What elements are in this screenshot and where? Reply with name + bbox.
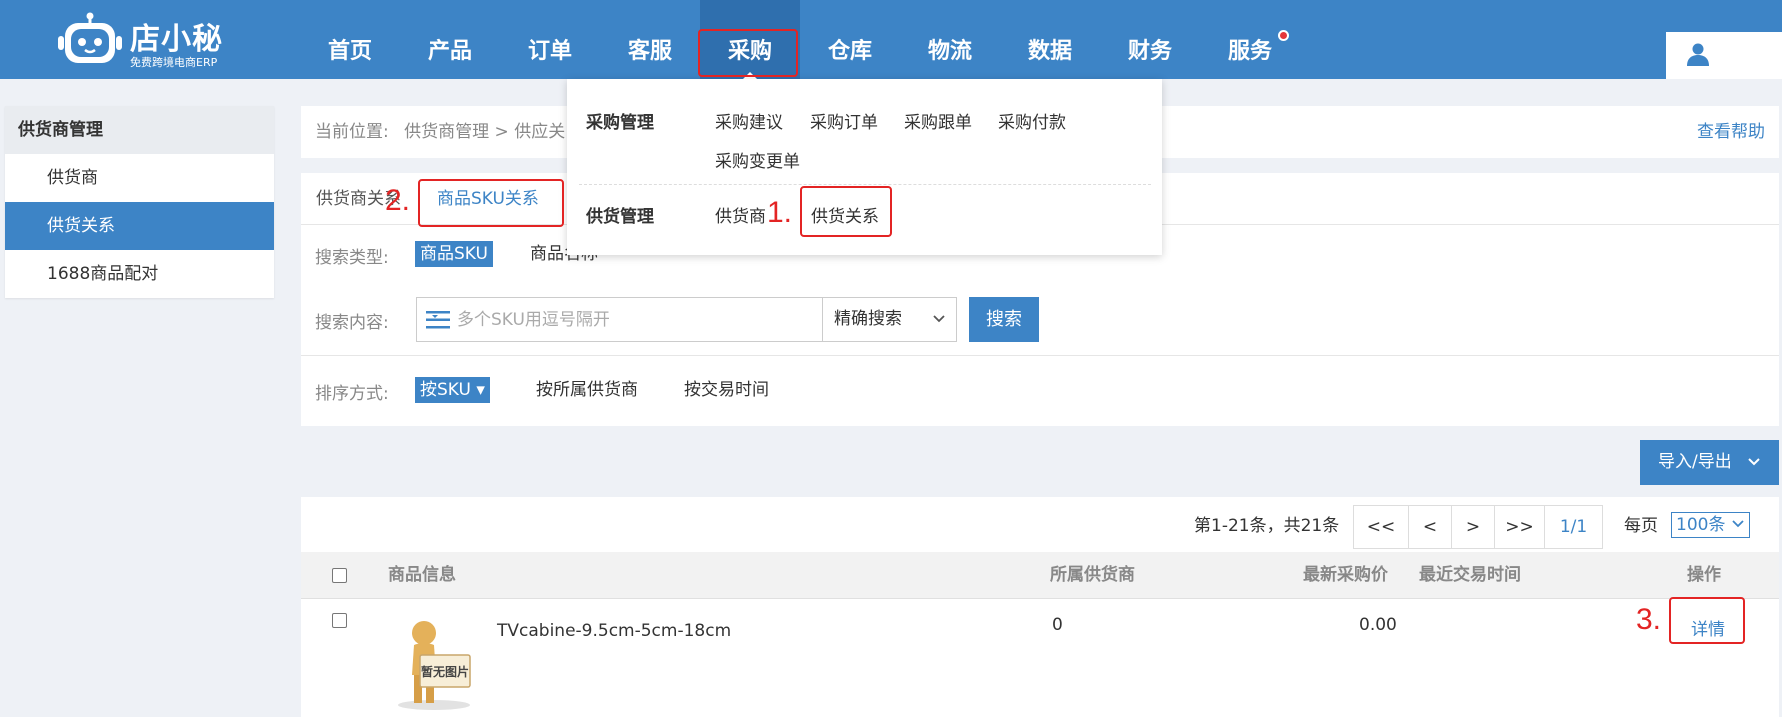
chevron-down-icon — [1748, 458, 1760, 466]
sort-by-trade-time[interactable]: 按交易时间 — [679, 377, 774, 403]
product-name: TVcabine-9.5cm-5cm-18cm — [497, 621, 732, 641]
menu-divider — [579, 184, 1151, 185]
result-count: 第1-21条，共21条 — [1194, 516, 1340, 536]
column-actions: 操作 — [1687, 565, 1721, 585]
logo-title: 店小秘 — [130, 22, 223, 57]
row-checkbox[interactable] — [332, 613, 347, 628]
annotation-step-1: 1. — [767, 196, 793, 229]
select-all-checkbox[interactable] — [332, 568, 347, 583]
search-content-label: 搜索内容: — [315, 313, 389, 333]
nav-orders[interactable]: 订单 — [500, 0, 600, 79]
per-page-select[interactable]: 100条 — [1671, 512, 1750, 538]
sort-label: 排序方式: — [315, 384, 389, 404]
pagination: << < > >> 1/1 — [1353, 505, 1603, 549]
menu-item-purchase-suggestions[interactable]: 采购建议 — [715, 108, 783, 133]
search-input[interactable] — [457, 298, 827, 341]
annotation-box-purchasing — [698, 29, 798, 77]
first-page-button[interactable]: << — [1354, 506, 1409, 548]
column-supplier: 所属供货商 — [1050, 565, 1135, 585]
sort-by-sku[interactable]: 按SKU ▾ — [415, 377, 490, 403]
nav-label: 首页 — [327, 39, 372, 64]
current-page: 1/1 — [1559, 517, 1588, 537]
nav-warehouse[interactable]: 仓库 — [800, 0, 900, 79]
nav-label: 物流 — [927, 39, 972, 64]
sidebar-item-suppliers[interactable]: 供货商 — [5, 154, 274, 202]
next-page-button[interactable]: > — [1452, 506, 1495, 548]
breadcrumb-prefix: 当前位置: — [315, 122, 389, 142]
annotation-box-sku-tab — [418, 179, 564, 227]
nav-customer-service[interactable]: 客服 — [600, 0, 700, 79]
breadcrumb-path: 供货商管理 > 供应关 — [404, 122, 566, 142]
svg-text:暂无图片: 暂无图片 — [421, 664, 469, 679]
last-page-button[interactable]: >> — [1495, 506, 1545, 548]
price-value: 0.00 — [1359, 615, 1397, 635]
nav-products[interactable]: 产品 — [400, 0, 500, 79]
nav-label: 客服 — [627, 39, 672, 64]
menu-category-supply-management: 供货管理 — [586, 207, 654, 227]
nav-home[interactable]: 首页 — [300, 0, 400, 79]
column-latest-price: 最新采购价 — [1303, 565, 1388, 585]
prev-page-button[interactable]: < — [1409, 506, 1452, 548]
menu-item-suppliers[interactable]: 供货商 — [715, 202, 766, 227]
nav-label: 财务 — [1127, 39, 1172, 64]
nav-finance[interactable]: 财务 — [1100, 0, 1200, 79]
search-type-label: 搜索类型: — [315, 248, 389, 268]
nav-label: 产品 — [427, 39, 472, 64]
logo-subtitle: 免费跨境电商ERP — [130, 56, 218, 69]
per-page-value: 100条 — [1676, 515, 1726, 535]
annotation-step-2: 2. — [385, 184, 411, 217]
sort-by-supplier[interactable]: 按所属供货商 — [531, 377, 643, 403]
sidebar-item-supply-relations[interactable]: 供货关系 — [5, 202, 274, 250]
match-mode-select[interactable]: 精确搜索 — [822, 298, 956, 341]
menu-item-purchase-tracking[interactable]: 采购跟单 — [904, 108, 972, 133]
import-export-label: 导入/导出 — [1658, 452, 1732, 472]
no-image-placeholder-icon: 暂无图片 — [390, 619, 478, 711]
column-product-info: 商品信息 — [388, 565, 456, 585]
search-box: 精确搜索 — [416, 297, 957, 342]
annotation-box-supply-relations — [800, 186, 892, 237]
import-export-button[interactable]: 导入/导出 — [1640, 440, 1779, 485]
logo[interactable]: 店小秘 免费跨境电商ERP — [58, 10, 226, 70]
sidebar-item-1688-matching[interactable]: 1688商品配对 — [5, 250, 274, 298]
nav-logistics[interactable]: 物流 — [900, 0, 1000, 79]
menu-item-purchase-change-orders[interactable]: 采购变更单 — [715, 147, 800, 172]
chevron-down-icon — [1732, 520, 1744, 528]
nav-label: 仓库 — [827, 39, 872, 64]
supplier-value: 0 — [1052, 615, 1063, 635]
results-panel: 第1-21条，共21条 << < > >> 1/1 每页 100条 商品信息 所… — [301, 497, 1779, 717]
sidebar-heading: 供货商管理 — [5, 106, 274, 154]
annotation-step-3: 3. — [1636, 603, 1662, 636]
batch-input-icon[interactable] — [426, 309, 450, 331]
menu-item-purchase-orders[interactable]: 采购订单 — [810, 108, 878, 133]
per-page-label: 每页 — [1624, 516, 1658, 536]
table-header: 商品信息 所属供货商 最新采购价 最近交易时间 操作 — [301, 552, 1779, 599]
help-link[interactable]: 查看帮助 — [1697, 106, 1765, 158]
divider — [301, 355, 1779, 356]
top-navigation-bar: 店小秘 免费跨境电商ERP 首页 产品 订单 客服 采购 仓库 物流 数据 财务… — [0, 0, 1782, 79]
robot-logo-icon — [58, 12, 122, 63]
search-button[interactable]: 搜索 — [969, 297, 1039, 342]
user-menu[interactable] — [1666, 32, 1782, 79]
column-last-trade-time: 最近交易时间 — [1419, 565, 1521, 585]
nav-label: 订单 — [527, 39, 572, 64]
menu-category-purchase-management: 采购管理 — [586, 113, 654, 133]
sidebar: 供货商管理 供货商 供货关系 1688商品配对 — [5, 106, 274, 298]
nav-label: 数据 — [1027, 39, 1072, 64]
menu-item-purchase-payment[interactable]: 采购付款 — [998, 108, 1066, 133]
nav-label: 服务 — [1227, 39, 1272, 64]
annotation-box-detail — [1669, 597, 1745, 644]
match-mode-value: 精确搜索 — [834, 309, 902, 329]
nav-data[interactable]: 数据 — [1000, 0, 1100, 79]
search-type-sku[interactable]: 商品SKU — [415, 241, 493, 267]
user-icon — [1687, 43, 1709, 66]
chevron-down-icon — [933, 315, 945, 323]
notification-dot — [1278, 30, 1289, 41]
